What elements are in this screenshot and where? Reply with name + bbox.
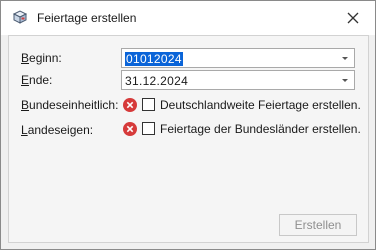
beginn-label: Beginn: [21, 51, 62, 65]
beginn-date-value: 01012024 [125, 52, 183, 66]
close-icon [347, 12, 359, 24]
dialog-window: Feiertage erstellen Beginn: 01012024 End… [0, 0, 376, 250]
chevron-down-icon[interactable] [342, 79, 348, 82]
ende-date-combo[interactable]: 31.12.2024 [121, 70, 355, 90]
ende-date-value: 31.12.2024 [125, 74, 189, 88]
bundeseinheitlich-checkbox-label[interactable]: Deutschlandweite Feiertage erstellen. [160, 98, 361, 112]
ende-label: Ende: [21, 73, 53, 87]
create-button[interactable]: Erstellen [279, 214, 357, 236]
landeseigen-checkbox[interactable] [142, 122, 155, 135]
close-button[interactable] [331, 1, 375, 35]
title-bar: Feiertage erstellen [1, 1, 375, 35]
bundeseinheitlich-label: Bundeseinheitlich: [21, 98, 119, 112]
bundeseinheitlich-checkbox[interactable] [142, 98, 155, 111]
form-panel: Beginn: 01012024 Ende: 31.12.2024 Bundes… [8, 35, 369, 243]
landeseigen-label: Landeseigen: [21, 123, 94, 137]
window-title: Feiertage erstellen [37, 11, 137, 25]
error-x-icon [123, 98, 137, 112]
error-x-icon [123, 122, 137, 136]
calendar-box-icon [12, 10, 28, 24]
chevron-down-icon[interactable] [342, 57, 348, 60]
beginn-date-combo[interactable]: 01012024 [121, 48, 355, 68]
landeseigen-checkbox-label[interactable]: Feiertage der Bundesländer erstellen. [160, 122, 361, 136]
